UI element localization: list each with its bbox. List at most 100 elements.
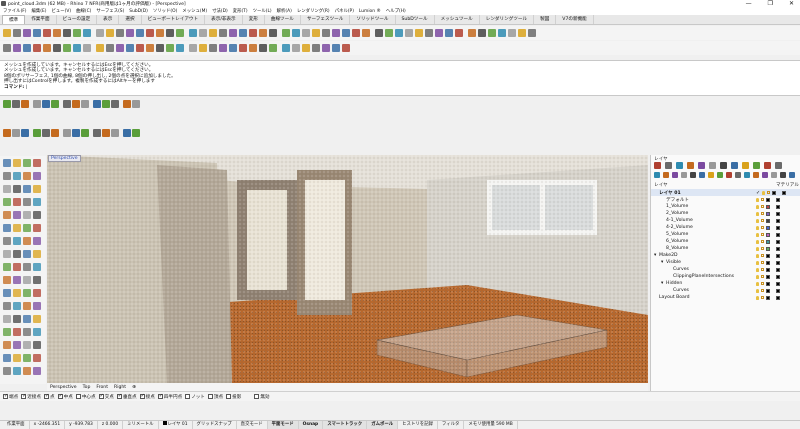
layer-row[interactable]: 6_Volume — [651, 238, 800, 245]
tool-icon[interactable] — [23, 159, 31, 167]
tool-icon[interactable] — [23, 276, 31, 284]
tool-icon[interactable] — [33, 211, 41, 219]
layer-tool-icon[interactable] — [742, 162, 749, 169]
lock-icon[interactable] — [761, 219, 764, 222]
tool-icon[interactable] — [302, 29, 310, 37]
tool-icon[interactable] — [23, 289, 31, 297]
menu-item[interactable]: ビュー(V) — [52, 8, 72, 14]
layer-tool-icon[interactable] — [687, 162, 694, 169]
toolbar-tab[interactable]: 選択 — [119, 15, 142, 24]
tool-icon[interactable] — [13, 367, 21, 375]
tool-icon[interactable] — [342, 29, 350, 37]
tool-icon[interactable] — [405, 29, 413, 37]
tool-icon[interactable] — [53, 44, 61, 52]
osnap-11[interactable]: 投影 — [226, 394, 241, 400]
layer-tool-icon[interactable] — [775, 162, 782, 169]
tool-icon[interactable] — [219, 44, 227, 52]
tool-icon[interactable] — [93, 129, 101, 137]
toolbar-tab[interactable]: ビューポートレイアウト — [142, 15, 206, 24]
layer-row[interactable]: 8_Volume — [651, 245, 800, 252]
tool-icon[interactable] — [259, 44, 267, 52]
layer-row[interactable]: Curves — [651, 287, 800, 294]
tool-icon[interactable] — [116, 44, 124, 52]
toolbar-tab[interactable]: ソリッドツール — [350, 15, 396, 24]
layer-material-swatch[interactable] — [776, 267, 780, 272]
visibility-bulb-icon[interactable] — [756, 253, 759, 258]
tool-icon[interactable] — [312, 29, 320, 37]
layer-row[interactable]: 1_Volume — [651, 203, 800, 210]
layer-color-swatch[interactable] — [766, 288, 770, 293]
visibility-bulb-icon[interactable] — [756, 239, 759, 244]
menu-item[interactable]: ヘルプ(H) — [386, 8, 406, 14]
tool-icon[interactable] — [13, 237, 21, 245]
layer-color-swatch[interactable] — [766, 267, 770, 272]
layer-tool-icon[interactable] — [753, 172, 759, 178]
menu-item[interactable]: 編集(E) — [32, 8, 47, 14]
perspective-viewport[interactable]: Perspective — [47, 155, 648, 383]
tool-icon[interactable] — [385, 29, 393, 37]
visibility-bulb-icon[interactable] — [756, 218, 759, 223]
layer-row[interactable]: デフォルト — [651, 196, 800, 203]
tool-icon[interactable] — [33, 367, 41, 375]
osnap-5[interactable]: 交点 — [98, 393, 114, 400]
viewport-tab[interactable]: Right — [114, 385, 126, 390]
command-input-caret[interactable]: | — [24, 85, 28, 90]
menu-item[interactable]: ソリッド(O) — [153, 8, 177, 14]
layer-material-swatch[interactable] — [782, 190, 787, 195]
tool-icon[interactable] — [156, 29, 164, 37]
tool-icon[interactable] — [488, 29, 496, 37]
layer-tool-icon[interactable] — [676, 162, 683, 169]
tool-icon[interactable] — [239, 44, 247, 52]
tool-icon[interactable] — [33, 172, 41, 180]
status-toggle[interactable]: Osnap — [298, 421, 324, 429]
tool-icon[interactable] — [518, 29, 526, 37]
maximize-button[interactable]: ❐ — [768, 0, 773, 7]
tool-icon[interactable] — [508, 29, 516, 37]
toolbar-tab[interactable]: SubDツール — [396, 15, 435, 24]
tool-icon[interactable] — [3, 224, 11, 232]
layer-row[interactable]: Layout Board — [651, 294, 800, 301]
menu-item[interactable]: Lumion ® — [359, 9, 381, 14]
tool-icon[interactable] — [3, 276, 11, 284]
tool-icon[interactable] — [33, 289, 41, 297]
visibility-bulb-icon[interactable] — [756, 260, 759, 265]
toolbar-tab[interactable]: 曲線ツール — [265, 15, 301, 24]
tool-icon[interactable] — [33, 185, 41, 193]
tool-icon[interactable] — [425, 29, 433, 37]
layer-material-swatch[interactable] — [776, 295, 780, 300]
tool-icon[interactable] — [51, 100, 59, 108]
layer-color-swatch[interactable] — [766, 218, 770, 223]
toolbar-tab[interactable]: レンダリングツール — [480, 15, 535, 24]
command-prompt[interactable]: コマンド: — [4, 85, 24, 90]
tool-icon[interactable] — [81, 129, 89, 137]
layer-tool-icon[interactable] — [771, 172, 777, 178]
menu-item[interactable]: メッシュ(M) — [182, 8, 207, 14]
tool-icon[interactable] — [102, 129, 110, 137]
viewport-tab[interactable]: Top — [83, 385, 91, 390]
viewport-title[interactable]: Perspective — [48, 155, 81, 162]
tool-icon[interactable] — [352, 29, 360, 37]
tool-icon[interactable] — [209, 44, 217, 52]
layer-row[interactable]: ▾ Make2D — [651, 252, 800, 259]
osnap-6[interactable]: 垂直点 — [116, 393, 137, 400]
tool-icon[interactable] — [3, 367, 11, 375]
visibility-bulb-icon[interactable] — [756, 232, 759, 237]
tool-icon[interactable] — [292, 29, 300, 37]
tool-icon[interactable] — [176, 29, 184, 37]
tool-icon[interactable] — [13, 328, 21, 336]
visibility-bulb-icon[interactable] — [756, 274, 759, 279]
toolbar-tab[interactable]: 表示 — [97, 15, 120, 24]
menu-item[interactable]: SubD(D) — [129, 9, 148, 14]
layer-row[interactable]: Curves — [651, 266, 800, 273]
layer-tool-icon[interactable] — [708, 172, 714, 178]
tool-icon[interactable] — [3, 237, 11, 245]
layer-material-swatch[interactable] — [776, 232, 780, 237]
tool-icon[interactable] — [13, 185, 21, 193]
tool-icon[interactable] — [106, 29, 114, 37]
layer-color-swatch[interactable] — [766, 281, 770, 286]
status-toggle[interactable]: ヒストリを記録 — [398, 421, 438, 429]
tool-icon[interactable] — [3, 328, 11, 336]
osnap-3[interactable]: 中点 — [57, 393, 73, 400]
tool-icon[interactable] — [3, 263, 11, 271]
viewport-tab[interactable]: Front — [96, 385, 108, 390]
